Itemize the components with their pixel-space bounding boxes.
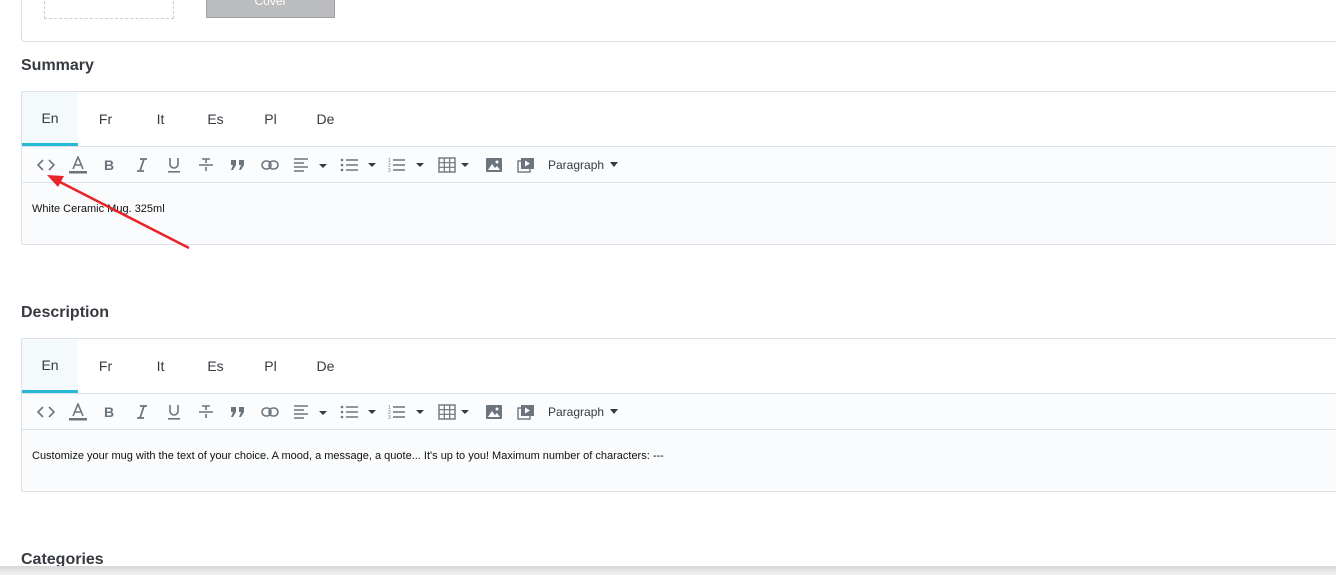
underline-icon[interactable]: [158, 400, 190, 424]
summary-tab-it[interactable]: It: [133, 92, 188, 146]
text-color-icon[interactable]: [62, 400, 94, 424]
description-tab-pl[interactable]: Pl: [243, 339, 298, 393]
description-toolbar: B 123 Paragraph: [22, 394, 1336, 430]
chevron-down-icon: [610, 409, 619, 414]
align-icon[interactable]: [286, 153, 334, 177]
link-icon[interactable]: [254, 400, 286, 424]
italic-icon[interactable]: [126, 400, 158, 424]
media-icon[interactable]: [510, 153, 542, 177]
text-color-icon[interactable]: [62, 153, 94, 177]
paragraph-format-dropdown[interactable]: Paragraph: [548, 404, 619, 419]
image-icon[interactable]: [478, 400, 510, 424]
table-icon[interactable]: [430, 400, 478, 424]
bold-icon[interactable]: B: [94, 153, 126, 177]
description-tab-en[interactable]: En: [22, 339, 78, 393]
blockquote-icon[interactable]: [222, 400, 254, 424]
link-icon[interactable]: [254, 153, 286, 177]
bullet-list-icon[interactable]: [334, 153, 382, 177]
summary-language-tabs: En Fr It Es Pl De: [22, 92, 1336, 147]
description-tab-es[interactable]: Es: [188, 339, 243, 393]
chevron-down-icon: [610, 162, 619, 167]
description-title: Description: [21, 304, 110, 321]
summary-tab-fr[interactable]: Fr: [78, 92, 133, 146]
underline-icon[interactable]: [158, 153, 190, 177]
description-tab-fr[interactable]: Fr: [78, 339, 133, 393]
summary-content[interactable]: White Ceramic Mug. 325ml: [22, 183, 1336, 244]
window-bottom-edge: [0, 566, 1336, 575]
paragraph-format-label: Paragraph: [548, 157, 605, 172]
bold-icon[interactable]: B: [94, 400, 126, 424]
source-code-icon[interactable]: [30, 153, 62, 177]
summary-tab-pl[interactable]: Pl: [243, 92, 298, 146]
cover-button[interactable]: Cover: [206, 0, 335, 18]
paragraph-format-label: Paragraph: [548, 404, 605, 419]
description-editor: En Fr It Es Pl De B 1 2 3 Paragraph Cust…: [21, 338, 1336, 492]
summary-tab-es[interactable]: Es: [188, 92, 243, 146]
blockquote-icon[interactable]: [222, 153, 254, 177]
description-tab-de[interactable]: De: [298, 339, 353, 393]
source-code-icon[interactable]: [30, 400, 62, 424]
media-icon[interactable]: [510, 400, 542, 424]
strikethrough-icon[interactable]: [190, 400, 222, 424]
image-icon[interactable]: [478, 153, 510, 177]
summary-toolbar: B 123 Paragraph: [22, 147, 1336, 183]
description-content[interactable]: Customize your mug with the text of your…: [22, 430, 1336, 491]
bullet-list-icon[interactable]: [334, 400, 382, 424]
description-tab-it[interactable]: It: [133, 339, 188, 393]
summary-title: Summary: [21, 57, 94, 74]
image-dropzone[interactable]: [44, 0, 174, 19]
align-icon[interactable]: [286, 400, 334, 424]
svg-text:B: B: [104, 158, 114, 172]
summary-tab-de[interactable]: De: [298, 92, 353, 146]
svg-text:3: 3: [388, 415, 391, 420]
numbered-list-icon[interactable]: 123: [382, 400, 430, 424]
numbered-list-icon[interactable]: 123: [382, 153, 430, 177]
image-card: Cover: [21, 0, 1336, 42]
italic-icon[interactable]: [126, 153, 158, 177]
svg-text:B: B: [104, 405, 114, 419]
paragraph-format-dropdown[interactable]: Paragraph: [548, 157, 619, 172]
summary-tab-en[interactable]: En: [22, 92, 78, 146]
summary-editor: En Fr It Es Pl De B 1 2 3 Paragraph Whit…: [21, 91, 1336, 245]
strikethrough-icon[interactable]: [190, 153, 222, 177]
table-icon[interactable]: [430, 153, 478, 177]
svg-text:3: 3: [388, 168, 391, 173]
description-language-tabs: En Fr It Es Pl De: [22, 339, 1336, 394]
